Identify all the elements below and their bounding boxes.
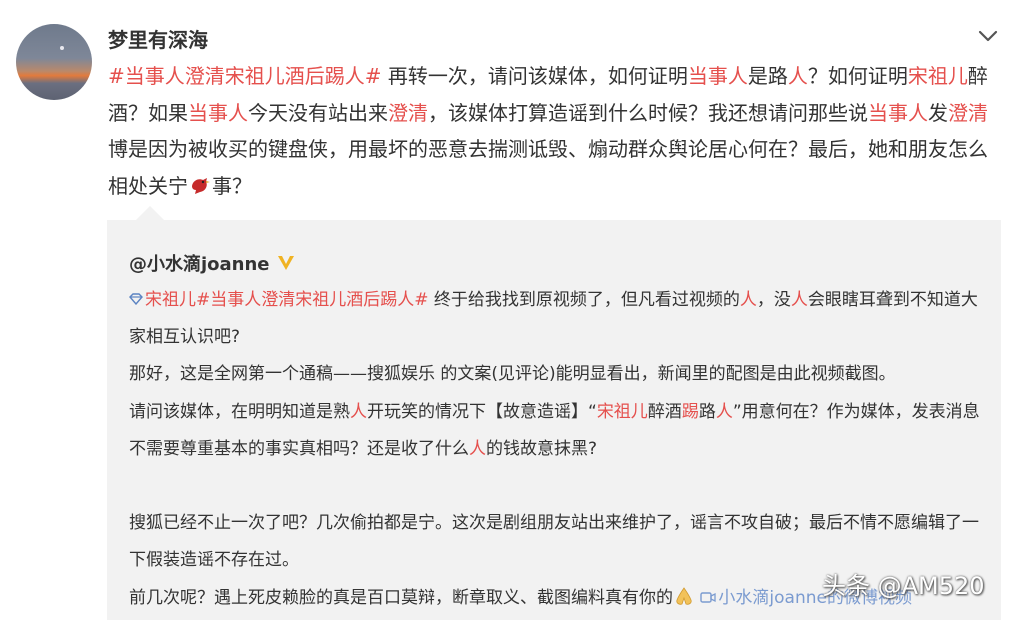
highlight-link[interactable]: 人 [791,290,808,310]
repost-paragraph-3: 请问该媒体，在明明知道是熟人开玩笑的情况下【故意造谣】“宋祖儿醉酒踢路人”用意何… [129,394,989,468]
text-segment: ？如何证明 [807,64,908,88]
highlight-link[interactable]: #当事人澄清宋祖儿酒后踢人# [108,64,382,88]
highlight-link[interactable]: 人 [716,402,733,422]
chevron-down-icon[interactable] [976,26,1000,46]
text-segment: 今天没有站出来 [248,100,388,125]
video-icon [700,591,717,603]
repost-card[interactable]: @小水滴joanne 宋祖儿#当事人澄清宋祖儿酒后踢人# 终于给我找到原视频了，… [107,220,1001,620]
text-segment: 路 [698,401,716,422]
repost-caret [136,206,164,220]
highlight-link[interactable]: 宋祖儿 [597,402,648,422]
user-avatar[interactable] [16,24,92,100]
text-segment: 的钱故意抹黑? [486,438,598,459]
watermark: 头条 @AM520 [822,572,985,600]
text-segment: 是路 [747,64,788,88]
gold-v-badge-icon [277,256,294,270]
highlight-link[interactable]: 澄清 [948,101,988,125]
text-segment: ，该媒体打算造谣到什么时候？我还想请问那些说 [428,100,868,125]
repost-username[interactable]: @小水滴joanne [129,250,296,276]
highlight-link[interactable]: 人 [740,290,757,310]
moon-dot [60,46,64,50]
repost-spacer [129,468,989,505]
bird-emoji-icon [192,177,210,194]
text-segment: 开玩笑的情况下【故意造谣】“ [367,401,597,422]
highlight-link[interactable]: 当事人 [188,101,248,125]
highlight-link[interactable]: 人 [350,402,367,422]
highlight-link[interactable]: 当事人 [868,101,928,125]
highlight-link[interactable]: 宋祖儿 [908,64,968,88]
highlight-link[interactable]: 踢 [682,402,699,422]
post-tail: 事？ [212,173,252,198]
highlight-link[interactable]: 宋祖儿 [145,290,196,310]
pray-emoji-icon [676,586,692,605]
highlight-link[interactable]: 人 [469,439,486,459]
highlight-link[interactable]: #当事人澄清宋祖儿酒后踢人# [196,290,429,310]
post-username[interactable]: 梦里有深海 [108,24,208,53]
text-segment: 醉酒 [647,401,682,422]
text-segment: ，没 [756,290,791,310]
text-segment: 终于给我找到原视频了，但凡看过视频的 [428,290,740,310]
text-segment: 发 [928,100,948,125]
text-segment: 请问该媒体，在明明知道是熟 [129,401,350,422]
diamond-icon [129,293,143,305]
highlight-link[interactable]: 当事人 [688,64,748,88]
post-body: #当事人澄清宋祖儿酒后踢人# 再转一次，请问该媒体，如何证明当事人是路人？如何证… [108,58,988,204]
repost-paragraph-1: 宋祖儿#当事人澄清宋祖儿酒后踢人# 终于给我找到原视频了，但凡看过视频的人，没人… [129,282,989,356]
highlight-link[interactable]: 人 [788,64,808,88]
highlight-link[interactable]: 澄清 [388,101,428,125]
repost-paragraph-2: 那好，这是全网第一个通稿——搜狐娱乐 的文案(见评论)能明显看出，新闻里的配图是… [129,364,896,385]
text-segment: 再转一次，请问该媒体，如何证明 [381,64,688,88]
